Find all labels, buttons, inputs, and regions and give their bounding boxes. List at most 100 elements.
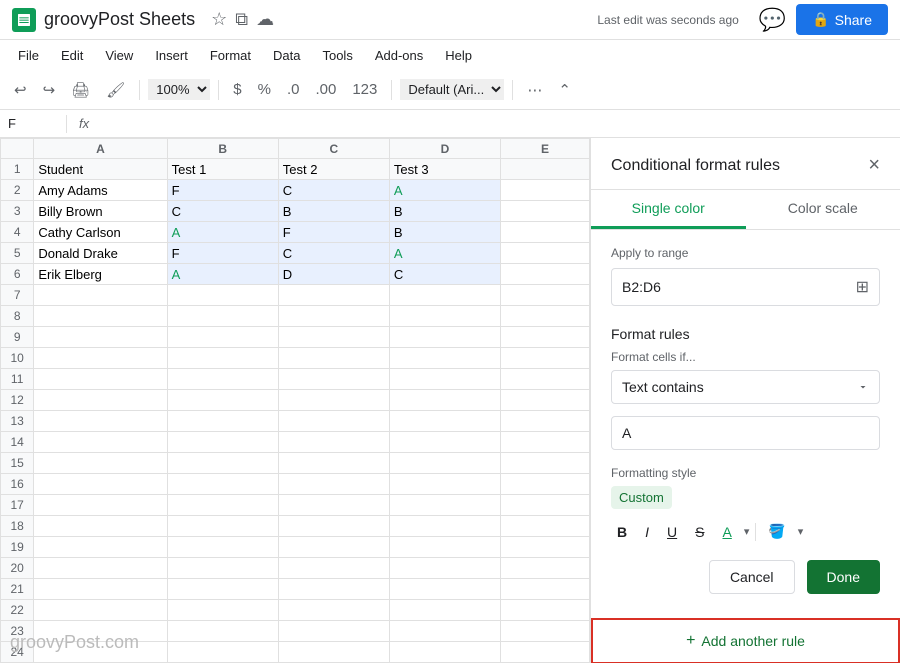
col-header-d[interactable]: D (389, 139, 500, 159)
menu-edit[interactable]: Edit (51, 44, 93, 67)
cell[interactable] (278, 516, 389, 537)
cell[interactable] (501, 600, 590, 621)
cell[interactable] (389, 327, 500, 348)
cell[interactable] (501, 453, 590, 474)
cell[interactable] (34, 495, 167, 516)
format-value-input[interactable] (611, 416, 880, 450)
zoom-select[interactable]: 100% (148, 79, 210, 100)
cell[interactable] (501, 264, 590, 285)
cell[interactable] (389, 621, 500, 642)
cell[interactable] (167, 495, 278, 516)
cell[interactable] (278, 390, 389, 411)
percent-button[interactable]: % (252, 77, 277, 102)
menu-view[interactable]: View (95, 44, 143, 67)
strikethrough-button[interactable]: S (689, 520, 710, 544)
undo-button[interactable]: ↩ (8, 77, 33, 103)
cancel-button[interactable]: Cancel (709, 560, 795, 594)
cell[interactable] (34, 537, 167, 558)
menu-data[interactable]: Data (263, 44, 310, 67)
cell[interactable] (389, 600, 500, 621)
cell[interactable] (167, 600, 278, 621)
cell[interactable] (501, 369, 590, 390)
cell[interactable] (167, 621, 278, 642)
folder-icon[interactable]: ⧉ (235, 9, 248, 30)
cell[interactable] (501, 243, 590, 264)
cell-reference[interactable]: F (8, 116, 58, 131)
cell[interactable] (278, 642, 389, 663)
cell[interactable] (501, 642, 590, 663)
cell[interactable] (167, 285, 278, 306)
cell[interactable] (167, 432, 278, 453)
decimal-double-zero-button[interactable]: .00 (309, 77, 342, 102)
cell[interactable] (167, 537, 278, 558)
cell[interactable] (167, 390, 278, 411)
cell[interactable] (278, 537, 389, 558)
currency-button[interactable]: $ (227, 77, 247, 102)
cell[interactable] (34, 306, 167, 327)
cell[interactable] (34, 432, 167, 453)
italic-button[interactable]: I (639, 520, 655, 544)
cell[interactable]: Cathy Carlson (34, 222, 167, 243)
cell[interactable] (278, 327, 389, 348)
cell[interactable] (389, 537, 500, 558)
cell[interactable] (501, 516, 590, 537)
add-rule-button[interactable]: + Add another rule (591, 618, 900, 663)
cell[interactable]: B (278, 201, 389, 222)
cell[interactable]: A (167, 222, 278, 243)
cell[interactable] (501, 558, 590, 579)
cell[interactable] (501, 327, 590, 348)
cell[interactable] (389, 474, 500, 495)
share-button[interactable]: 🔒 Share (796, 4, 888, 35)
font-select[interactable]: Default (Ari... (400, 79, 504, 100)
fill-color-button[interactable]: 🪣 (762, 519, 791, 544)
cell[interactable] (501, 495, 590, 516)
cell[interactable] (389, 285, 500, 306)
fill-color-arrow[interactable]: ▾ (798, 525, 804, 538)
chat-icon[interactable]: 💬 (759, 7, 786, 33)
cell[interactable] (501, 390, 590, 411)
cell[interactable] (389, 558, 500, 579)
text-color-button[interactable]: A (716, 520, 737, 544)
menu-format[interactable]: Format (200, 44, 261, 67)
cell[interactable] (501, 159, 590, 180)
cell[interactable] (389, 453, 500, 474)
cell[interactable] (34, 348, 167, 369)
cell[interactable]: D (278, 264, 389, 285)
menu-addons[interactable]: Add-ons (365, 44, 433, 67)
menu-file[interactable]: File (8, 44, 49, 67)
cell[interactable]: F (167, 243, 278, 264)
cell[interactable] (501, 579, 590, 600)
cell[interactable] (278, 558, 389, 579)
cell[interactable] (389, 369, 500, 390)
cell[interactable]: Erik Elberg (34, 264, 167, 285)
cell[interactable]: F (167, 180, 278, 201)
col-header-a[interactable]: A (34, 139, 167, 159)
col-header-c[interactable]: C (278, 139, 389, 159)
col-header-b[interactable]: B (167, 139, 278, 159)
cell[interactable]: Test 1 (167, 159, 278, 180)
cell[interactable] (278, 579, 389, 600)
cell[interactable] (501, 201, 590, 222)
number-format-button[interactable]: 123 (346, 77, 383, 102)
cell[interactable] (167, 369, 278, 390)
menu-tools[interactable]: Tools (312, 44, 362, 67)
cell[interactable] (34, 453, 167, 474)
cell[interactable] (501, 180, 590, 201)
cell[interactable] (501, 537, 590, 558)
cell[interactable] (389, 642, 500, 663)
menu-help[interactable]: Help (435, 44, 482, 67)
cell[interactable]: B (389, 201, 500, 222)
cell[interactable] (501, 222, 590, 243)
cell[interactable] (34, 369, 167, 390)
grid-icon[interactable]: ⊞ (856, 277, 869, 297)
cell[interactable] (167, 558, 278, 579)
range-input[interactable] (622, 279, 856, 295)
cell[interactable] (167, 306, 278, 327)
cell[interactable] (389, 579, 500, 600)
cell[interactable]: C (167, 201, 278, 222)
cell[interactable] (167, 642, 278, 663)
cell[interactable] (501, 306, 590, 327)
cell[interactable] (389, 390, 500, 411)
more-options-button[interactable]: ⋯ (521, 77, 548, 103)
cell[interactable] (167, 348, 278, 369)
